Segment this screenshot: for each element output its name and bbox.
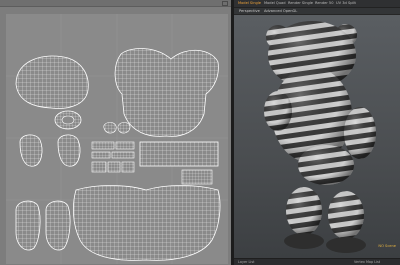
tab-render-50[interactable]: Render 50 bbox=[315, 1, 334, 6]
uv-shell-leg-right bbox=[45, 200, 71, 251]
bear-lower bbox=[298, 145, 354, 185]
uv-shell-body-strip bbox=[139, 141, 219, 167]
tab-render-single[interactable]: Render Single bbox=[288, 1, 313, 6]
viewport-layout-tabs: Model Single Model Quad Render Single Re… bbox=[234, 0, 400, 8]
uv-shell-leg-left bbox=[15, 200, 41, 251]
bear-legs bbox=[284, 187, 366, 253]
uv-shell-lower-body bbox=[72, 185, 221, 261]
shading-mode-selector[interactable]: Advanced OpenGL bbox=[264, 9, 297, 13]
app-window: Model Single Model Quad Render Single Re… bbox=[0, 0, 400, 265]
tab-model-quad[interactable]: Model Quad bbox=[264, 1, 286, 6]
uv-shell-head-left bbox=[15, 55, 89, 109]
viewport-status-bar: Layer List Vertex Map List bbox=[234, 258, 400, 265]
vertex-map-list-button[interactable]: Vertex Map List bbox=[354, 260, 380, 264]
tab-uv-3d-split[interactable]: UV 3d Split bbox=[336, 1, 356, 6]
viewport-3d-scene[interactable]: NO Scene bbox=[234, 15, 400, 258]
uv-viewport[interactable] bbox=[6, 14, 228, 264]
uv-editor-panel bbox=[0, 0, 231, 265]
uv-shell-arm-left bbox=[19, 134, 43, 167]
tab-model-single[interactable]: Model Single bbox=[238, 1, 261, 6]
scene-stat-readout: NO Scene bbox=[378, 244, 396, 248]
uv-shell-head-top bbox=[114, 48, 219, 137]
uv-editor-toolbar bbox=[0, 0, 231, 7]
uv-layout bbox=[6, 14, 228, 264]
viewport-panel: Model Single Model Quad Render Single Re… bbox=[234, 0, 400, 265]
layer-list-button[interactable]: Layer List bbox=[238, 260, 254, 264]
checker-bear-model bbox=[264, 21, 376, 253]
uv-shell-arm-right bbox=[57, 134, 81, 167]
viewport-options-bar: Perspective Advanced OpenGL bbox=[234, 8, 400, 15]
view-mode-selector[interactable]: Perspective bbox=[239, 9, 260, 13]
panel-maximize-icon[interactable] bbox=[222, 1, 228, 6]
